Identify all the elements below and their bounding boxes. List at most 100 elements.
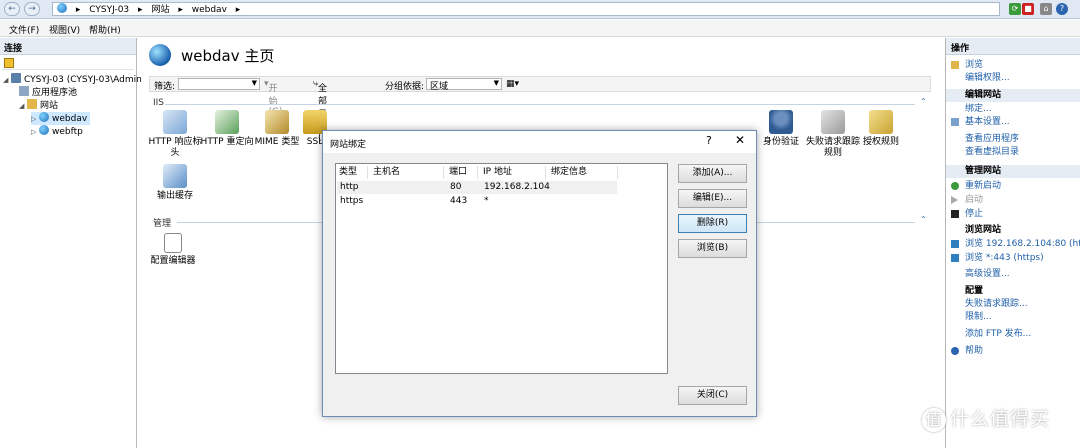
column-header-type[interactable]: 类型	[336, 166, 368, 179]
mime-icon	[265, 110, 289, 134]
watermark: 值什么值得买	[922, 404, 1077, 434]
filter-label: 筛选:	[154, 82, 176, 92]
menu-help[interactable]: 帮助(H)	[89, 23, 121, 36]
page-title: webdav 主页	[149, 44, 274, 66]
dialog-help-button[interactable]: ?	[706, 134, 712, 147]
stop-icon[interactable]: ■	[1022, 3, 1034, 15]
feature-config-editor[interactable]: 配置编辑器	[147, 233, 199, 267]
watermark-badge: 值	[922, 408, 946, 432]
group-by-select[interactable]: 区域 ▼	[426, 78, 502, 92]
redirect-icon	[215, 110, 239, 134]
action-limits[interactable]: 限制...	[946, 311, 1080, 324]
address-bar[interactable]: ▸ CYSYJ-03 ▸ 网站 ▸ webdav ▸	[52, 2, 1000, 16]
action-help[interactable]: 帮助	[946, 345, 1080, 358]
connections-header: 连接	[0, 38, 136, 55]
home-icon[interactable]: ⌂	[1040, 3, 1052, 15]
action-basic-settings[interactable]: 基本设置...	[946, 116, 1080, 129]
close-dialog-button[interactable]: 关闭(C)	[678, 386, 747, 405]
column-header-port[interactable]: 端口	[446, 166, 478, 179]
start-filter-button[interactable]: ▾ 开始(G)	[264, 79, 283, 117]
action-browse[interactable]: 浏览	[946, 59, 1080, 72]
browse-icon	[951, 254, 959, 262]
globe-icon	[39, 112, 49, 122]
help-icon[interactable]: ?	[1056, 3, 1068, 15]
table-row[interactable]: http 80 192.168.2.104	[337, 181, 617, 194]
new-connection-icon[interactable]	[4, 58, 14, 68]
config-editor-icon	[164, 233, 182, 253]
feature-output-cache[interactable]: 输出缓存	[147, 164, 203, 202]
add-binding-button[interactable]: 添加(A)...	[678, 164, 747, 183]
globe-icon	[39, 125, 49, 135]
menu-file[interactable]: 文件(F)	[9, 23, 39, 36]
chevron-down-icon: ▼	[251, 79, 257, 87]
http-headers-icon	[163, 110, 187, 134]
action-stop[interactable]: 停止	[946, 208, 1080, 221]
globe-icon	[149, 44, 171, 66]
filter-input[interactable]: ▼	[178, 78, 260, 90]
action-start: 启动	[946, 194, 1080, 207]
collapse-icon[interactable]: ⌃	[920, 98, 928, 106]
connections-toolbar	[2, 57, 134, 70]
section-divider	[165, 104, 915, 105]
action-restart[interactable]: 重新启动	[946, 180, 1080, 193]
action-browse-http[interactable]: 浏览 192.168.2.104:80 (http)	[946, 238, 1080, 251]
group-manage-site: 管理网站	[946, 165, 1080, 178]
breadcrumb-server[interactable]: CYSYJ-03	[89, 5, 129, 15]
tree-node-webftp[interactable]: ▷ webftp	[31, 125, 83, 138]
action-add-ftp[interactable]: 添加 FTP 发布...	[946, 328, 1080, 341]
section-manage: 管理	[153, 219, 172, 229]
feature-authentication[interactable]: 身份验证	[753, 110, 809, 148]
tracing-icon	[821, 110, 845, 134]
tree-node-webdav[interactable]: ▷ webdav	[31, 112, 91, 125]
action-advanced-settings[interactable]: 高级设置...	[946, 268, 1080, 281]
stop-square-icon	[951, 210, 959, 218]
tree-node-sites[interactable]: ◢ 网站	[19, 99, 58, 112]
address-sep: ▸	[178, 5, 183, 15]
group-browse-site: 浏览网站	[965, 225, 1002, 235]
folder-icon	[951, 61, 959, 69]
browse-binding-button[interactable]: 浏览(B)	[678, 239, 747, 258]
tree-node-server[interactable]: ◢ CYSYJ-03 (CYSYJ-03\Admin	[3, 73, 142, 86]
address-sep: ▸	[75, 5, 81, 15]
breadcrumb-webdav[interactable]: webdav	[192, 5, 227, 15]
actions-header: 操作	[946, 38, 1080, 55]
column-header-host[interactable]: 主机名	[370, 166, 444, 179]
close-icon[interactable]: ✕	[735, 133, 745, 147]
feature-authorization-rules[interactable]: 授权规则	[853, 110, 909, 148]
column-header-ip[interactable]: IP 地址	[480, 166, 546, 179]
connections-pane: 连接 ◢ CYSYJ-03 (CYSYJ-03\Admin 应用程序池 ◢ 网站 ▷…	[0, 38, 142, 448]
show-all-button[interactable]: ⤷ 全部显示(A)	[313, 79, 331, 143]
action-browse-https[interactable]: 浏览 *:443 (https)	[946, 252, 1080, 265]
remove-binding-button[interactable]: 删除(R)	[678, 214, 747, 233]
app-pool-icon	[19, 86, 29, 96]
authorization-icon	[869, 110, 893, 134]
refresh-icon[interactable]: ⟳	[1009, 3, 1021, 15]
action-view-virtual-dirs[interactable]: 查看虚拟目录	[946, 146, 1080, 159]
action-failed-request-tracing[interactable]: 失败请求跟踪...	[946, 298, 1080, 311]
user-icon	[769, 110, 793, 134]
forward-arrow-icon[interactable]: →	[24, 2, 40, 16]
restart-icon	[951, 182, 959, 190]
browse-icon	[951, 240, 959, 248]
action-edit-permissions[interactable]: 编辑权限...	[946, 72, 1080, 85]
group-edit-site: 编辑网站	[946, 89, 1080, 102]
edit-binding-button[interactable]: 编辑(E)...	[678, 189, 747, 208]
column-header-binding-info[interactable]: 绑定信息	[548, 166, 618, 179]
table-row[interactable]: https 443 *	[337, 195, 617, 208]
site-bindings-dialog: 网站绑定 ? ✕ 类型 主机名 端口 IP 地址 绑定信息 http 80 19…	[322, 130, 757, 417]
collapse-icon[interactable]: ⌃	[920, 216, 928, 224]
tree-node-app-pools[interactable]: 应用程序池	[19, 86, 77, 99]
collapsed-arrow-icon[interactable]: ▷	[31, 126, 39, 139]
action-view-applications[interactable]: 查看应用程序	[946, 133, 1080, 146]
menu-view[interactable]: 视图(V)	[49, 23, 80, 36]
breadcrumb-sites[interactable]: 网站	[151, 5, 169, 15]
bindings-list[interactable]: 类型 主机名 端口 IP 地址 绑定信息 http 80 192.168.2.1…	[335, 163, 668, 374]
view-mode-icon[interactable]: ▦▾	[506, 79, 519, 89]
action-bindings[interactable]: 绑定...	[946, 103, 1080, 116]
back-arrow-icon[interactable]: ←	[4, 2, 20, 16]
expand-arrow-icon[interactable]: ◢	[19, 100, 27, 113]
feature-http-redirect[interactable]: HTTP 重定向	[199, 110, 255, 148]
filter-bar: 筛选: ▼ ▾ 开始(G) ⤷ 全部显示(A) 分组依据: 区域▼ ▦▾	[149, 76, 931, 143]
feature-http-headers[interactable]: HTTP 响应标头	[147, 110, 203, 159]
expand-arrow-icon[interactable]: ◢	[3, 74, 11, 87]
